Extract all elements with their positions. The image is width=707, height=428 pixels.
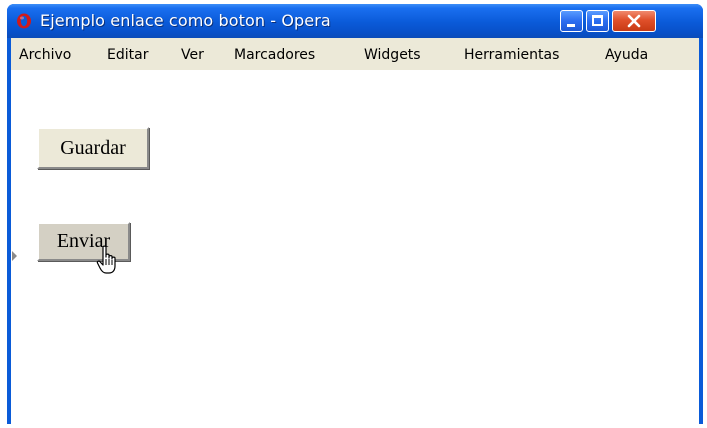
- menu-item-ver[interactable]: Ver: [181, 47, 204, 63]
- menu-bar: Archivo Editar Ver Marcadores Widgets He…: [11, 38, 699, 70]
- menu-item-widgets[interactable]: Widgets: [364, 47, 421, 63]
- close-icon: [627, 14, 641, 28]
- close-button[interactable]: [612, 10, 656, 32]
- maximize-icon: [592, 15, 603, 26]
- guardar-button[interactable]: Guardar: [37, 127, 149, 169]
- maximize-button[interactable]: [586, 10, 609, 32]
- menu-item-marcadores[interactable]: Marcadores: [234, 47, 315, 63]
- opera-icon: [17, 13, 31, 29]
- panel-toggle-arrow-icon[interactable]: [12, 251, 17, 261]
- minimize-icon: [567, 24, 575, 27]
- menu-item-archivo[interactable]: Archivo: [19, 47, 71, 63]
- menu-item-editar[interactable]: Editar: [107, 47, 148, 63]
- minimize-button[interactable]: [560, 10, 583, 32]
- menu-item-herramientas[interactable]: Herramientas: [464, 47, 559, 63]
- window-title: Ejemplo enlace como boton - Opera: [40, 11, 331, 30]
- browser-window: Ejemplo enlace como boton - Opera Archiv…: [7, 4, 703, 424]
- hand-pointer-icon: [96, 245, 116, 274]
- title-bar[interactable]: Ejemplo enlace como boton - Opera: [7, 4, 703, 38]
- menu-item-ayuda[interactable]: Ayuda: [605, 47, 648, 63]
